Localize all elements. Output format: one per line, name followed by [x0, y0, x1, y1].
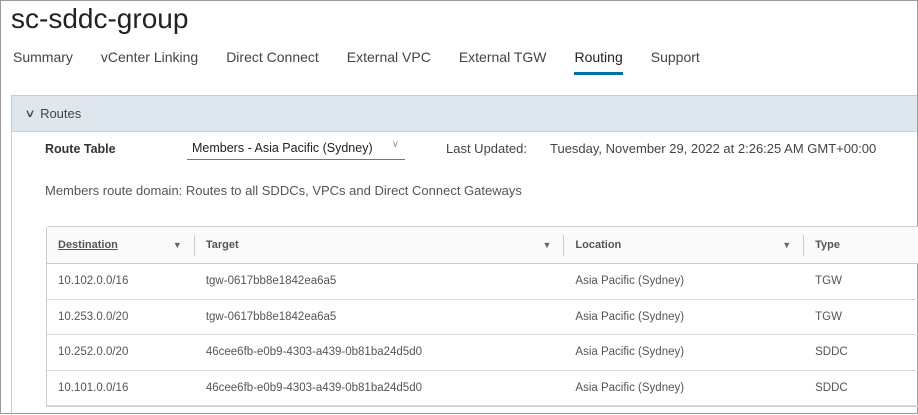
tab-summary[interactable]: Summary: [13, 45, 73, 75]
cell-destination: 10.101.0.0/16: [58, 381, 129, 394]
cell-type: SDDC: [815, 381, 848, 394]
filter-icon[interactable]: ▼: [173, 240, 182, 250]
filter-icon[interactable]: ▼: [782, 240, 791, 250]
tab-external-tgw[interactable]: External TGW: [459, 45, 547, 75]
chevron-down-icon: ∨: [391, 139, 399, 150]
cell-target: tgw-0617bb8e1842ea6a5: [205, 310, 337, 323]
column-label: Location: [575, 239, 622, 251]
routes-panel-title: Routes: [40, 106, 82, 121]
column-header-destination[interactable]: Destination ▼: [47, 227, 195, 263]
route-table-label: Route Table: [45, 142, 116, 156]
routes-panel: ∨ Routes Route Table Members - Asia Paci…: [11, 95, 918, 415]
route-domain-description: Members route domain: Routes to all SDDC…: [45, 183, 522, 198]
cell-type: TGW: [815, 275, 842, 288]
tab-support[interactable]: Support: [651, 45, 700, 75]
last-updated-label: Last Updated:: [446, 141, 527, 156]
table-row[interactable]: 10.252.0.0/20 46cee6fb-e0b9-4303-a439-0b8…: [47, 335, 918, 371]
tab-external-vpc[interactable]: External VPC: [347, 45, 431, 75]
page-title: sc-sddc-group: [11, 3, 189, 34]
cell-type: TGW: [815, 310, 842, 323]
table-row[interactable]: 10.101.0.0/16 46cee6fb-e0b9-4303-a439-0b8…: [47, 371, 918, 406]
cell-location: Asia Pacific (Sydney): [575, 310, 685, 323]
cell-destination: 10.252.0.0/20: [58, 346, 129, 359]
cell-target: 46cee6fb-e0b9-4303-a439-0b81ba24d5d0: [205, 346, 422, 359]
column-header-location[interactable]: Location ▼: [564, 227, 804, 263]
tab-routing[interactable]: Routing: [574, 45, 623, 75]
routes-panel-header[interactable]: ∨ Routes: [12, 96, 917, 132]
column-label: Target: [205, 239, 239, 251]
cell-type: SDDC: [815, 346, 848, 359]
routes-table: Destination ▼ Target ▼ Location ▼ Type 10.1…: [46, 226, 918, 407]
column-header-type[interactable]: Type: [804, 227, 918, 263]
cell-location: Asia Pacific (Sydney): [575, 381, 685, 394]
table-row[interactable]: 10.102.0.0/16 tgw-0617bb8e1842ea6a5 Asia P…: [47, 264, 918, 300]
last-updated-value: Tuesday, November 29, 2022 at 2:26:25 AM…: [550, 141, 877, 156]
cell-target: 46cee6fb-e0b9-4303-a439-0b81ba24d5d0: [205, 381, 422, 394]
table-header: Destination ▼ Target ▼ Location ▼ Type: [47, 227, 918, 264]
filter-icon[interactable]: ▼: [543, 240, 552, 250]
sort-destination[interactable]: Destination: [58, 239, 118, 251]
tab-direct-connect[interactable]: Direct Connect: [226, 45, 319, 75]
cell-destination: 10.253.0.0/20: [58, 310, 129, 323]
chevron-down-icon: ∨: [24, 108, 36, 120]
cell-destination: 10.102.0.0/16: [58, 275, 129, 288]
route-table-value: Members - Asia Pacific (Sydney): [192, 141, 373, 155]
route-table-select[interactable]: Members - Asia Pacific (Sydney) ∨: [187, 136, 405, 160]
table-row[interactable]: 10.253.0.0/20 tgw-0617bb8e1842ea6a5 Asia P…: [47, 300, 918, 335]
cell-location: Asia Pacific (Sydney): [575, 275, 685, 288]
cell-target: tgw-0617bb8e1842ea6a5: [205, 275, 337, 288]
cell-location: Asia Pacific (Sydney): [575, 346, 685, 359]
column-label: Type: [815, 239, 840, 251]
tab-bar: Summary vCenter Linking Direct Connect E…: [1, 45, 917, 75]
tab-vcenter-linking[interactable]: vCenter Linking: [101, 45, 198, 75]
column-header-target[interactable]: Target ▼: [195, 227, 565, 263]
